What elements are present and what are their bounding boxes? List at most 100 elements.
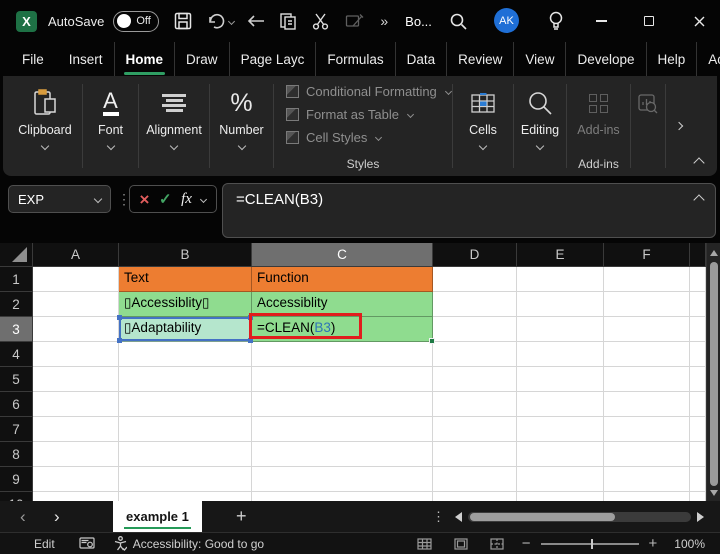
zoom-slider[interactable] <box>540 538 639 549</box>
cell-C7[interactable] <box>252 417 433 442</box>
row-header-2[interactable]: 2 <box>0 292 33 317</box>
row-header-9[interactable]: 9 <box>0 467 33 492</box>
cell-A2[interactable] <box>33 292 119 317</box>
row-header-5[interactable]: 5 <box>0 367 33 392</box>
cell[interactable] <box>690 467 706 492</box>
cell-F7[interactable] <box>604 417 690 442</box>
cell-F5[interactable] <box>604 367 690 392</box>
cell-B4[interactable] <box>119 342 252 367</box>
tab-home[interactable]: Home <box>115 42 176 76</box>
autosave-toggle[interactable]: Off <box>113 10 160 32</box>
enter-button[interactable]: ✓ <box>159 192 172 207</box>
sheet-nav-left[interactable]: ‹ <box>20 501 26 532</box>
ribbon-group-alignment[interactable]: Alignment <box>139 76 209 176</box>
tab-review[interactable]: Review <box>447 42 515 76</box>
column-header-C[interactable]: C <box>252 243 433 267</box>
tab-view[interactable]: View <box>514 42 567 76</box>
vertical-scroll-thumb[interactable] <box>710 262 718 486</box>
column-header-A[interactable]: A <box>33 243 119 267</box>
minimize-button[interactable] <box>580 0 622 42</box>
cell-D10[interactable] <box>433 492 517 501</box>
collapse-ribbon-button[interactable] <box>693 157 705 169</box>
ribbon-group-font[interactable]: A Font <box>83 76 138 176</box>
cell-F9[interactable] <box>604 467 690 492</box>
cell-D1[interactable] <box>433 267 517 292</box>
cell-F8[interactable] <box>604 442 690 467</box>
tab-file[interactable]: File <box>8 42 58 76</box>
cell-E10[interactable] <box>517 492 604 501</box>
horizontal-scroll-track[interactable] <box>468 511 691 522</box>
scroll-left-arrow[interactable] <box>455 511 462 522</box>
cell-D8[interactable] <box>433 442 517 467</box>
search-button[interactable] <box>446 9 470 33</box>
row-header-6[interactable]: 6 <box>0 392 33 417</box>
cell-F10[interactable] <box>604 492 690 501</box>
page-break-preview-button[interactable] <box>490 537 504 550</box>
cell-E2[interactable] <box>517 292 604 317</box>
cell-A10[interactable] <box>33 492 119 501</box>
accessibility-status[interactable]: Accessibility: Good to go <box>114 536 264 551</box>
cell-D3[interactable] <box>433 317 517 342</box>
row-header-8[interactable]: 8 <box>0 442 33 467</box>
zoom-slider-thumb[interactable] <box>590 538 593 549</box>
cell-F3[interactable] <box>604 317 690 342</box>
cell-C6[interactable] <box>252 392 433 417</box>
cell-A3[interactable] <box>33 317 119 342</box>
cell-E3[interactable] <box>517 317 604 342</box>
cell-C2[interactable]: Accessiblity <box>252 292 433 317</box>
cell-styles-button[interactable]: Cell Styles <box>286 130 452 145</box>
row-header-7[interactable]: 7 <box>0 417 33 442</box>
tell-me-button[interactable] <box>544 9 568 33</box>
cell-C3[interactable]: =CLEAN(B3) <box>249 313 435 344</box>
tab-insert[interactable]: Insert <box>58 42 115 76</box>
cell-E5[interactable] <box>517 367 604 392</box>
ribbon-group-clipboard[interactable]: Clipboard <box>8 76 82 176</box>
cancel-button[interactable]: × <box>140 191 150 208</box>
cell-C5[interactable] <box>252 367 433 392</box>
cell-E9[interactable] <box>517 467 604 492</box>
name-box[interactable]: EXP <box>8 185 111 213</box>
cell[interactable] <box>690 367 706 392</box>
zoom-in-button[interactable]: + <box>649 535 658 552</box>
scroll-up-arrow[interactable] <box>710 250 718 256</box>
cell[interactable] <box>690 317 706 342</box>
cell-E1[interactable] <box>517 267 604 292</box>
horizontal-scroll-thumb[interactable] <box>470 512 615 521</box>
cell-B5[interactable] <box>119 367 252 392</box>
macro-record-button[interactable] <box>79 537 95 550</box>
cell-D2[interactable] <box>433 292 517 317</box>
cell-D4[interactable] <box>433 342 517 367</box>
column-header-F[interactable]: F <box>604 243 690 267</box>
tab-draw[interactable]: Draw <box>175 42 230 76</box>
cell-B3[interactable]: ▯Adaptability <box>117 315 253 343</box>
vertical-scrollbar[interactable] <box>706 243 720 501</box>
add-sheet-button[interactable]: + <box>236 501 247 532</box>
addins-button[interactable]: Add-ins <box>577 123 619 137</box>
cell-E7[interactable] <box>517 417 604 442</box>
cell-E6[interactable] <box>517 392 604 417</box>
column-header-E[interactable]: E <box>517 243 604 267</box>
save-button[interactable] <box>171 9 195 33</box>
column-header-D[interactable]: D <box>433 243 517 267</box>
conditional-formatting-button[interactable]: Conditional Formatting <box>286 84 452 99</box>
toolbar-overflow-chevrons[interactable]: » <box>380 13 389 29</box>
row-header-10[interactable]: 10 <box>0 492 33 501</box>
cell-D6[interactable] <box>433 392 517 417</box>
cell-C10[interactable] <box>252 492 433 501</box>
cell[interactable] <box>690 292 706 317</box>
row-header-1[interactable]: 1 <box>0 267 33 292</box>
cell[interactable] <box>690 442 706 467</box>
tab-formulas[interactable]: Formulas <box>316 42 396 76</box>
insert-function-button[interactable]: fx <box>181 191 192 208</box>
cell-C9[interactable] <box>252 467 433 492</box>
cell-A4[interactable] <box>33 342 119 367</box>
cell-A8[interactable] <box>33 442 119 467</box>
format-as-table-button[interactable]: Format as Table <box>286 107 452 122</box>
copy-button[interactable] <box>276 9 300 33</box>
row-header-4[interactable]: 4 <box>0 342 33 367</box>
undo-dropdown-chevron[interactable] <box>228 17 236 25</box>
scroll-right-arrow[interactable] <box>697 511 704 522</box>
back-button[interactable] <box>244 9 268 33</box>
cell-C4[interactable] <box>252 342 433 367</box>
cell-B8[interactable] <box>119 442 252 467</box>
